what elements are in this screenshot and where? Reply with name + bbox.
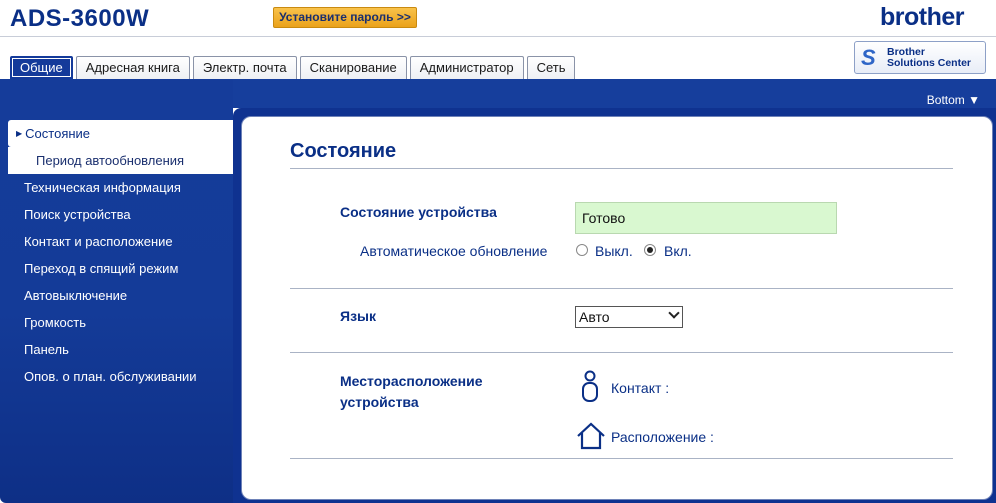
tab-network[interactable]: Сеть	[526, 56, 576, 79]
auto-refresh-off-label[interactable]: Выкл.	[595, 243, 633, 259]
sidebar-item-sleep-mode[interactable]: Переход в спящий режим	[24, 261, 178, 276]
device-location-label-line1: Месторасположение	[340, 373, 483, 389]
page-title: Состояние	[290, 140, 397, 162]
auto-refresh-on-radio[interactable]	[644, 244, 656, 256]
sidebar-item-panel[interactable]: Панель	[24, 342, 69, 357]
section-divider	[290, 458, 953, 459]
bottom-link[interactable]: Bottom ▼	[927, 93, 980, 107]
solutions-center-label: Brother Solutions Center	[887, 47, 971, 69]
tab-email[interactable]: Электр. почта	[192, 56, 297, 79]
solutions-center-line2: Solutions Center	[887, 57, 972, 69]
contact-label: Контакт :	[611, 380, 670, 396]
tab-general[interactable]: Общие	[10, 56, 73, 79]
language-select[interactable]: Авто	[575, 306, 683, 328]
auto-refresh-label: Автоматическое обновление	[360, 243, 548, 259]
device-status-label: Состояние устройства	[340, 204, 497, 220]
section-divider	[290, 352, 953, 353]
location-label: Расположение :	[611, 429, 714, 445]
brother-solutions-center-button[interactable]: S Brother Solutions Center	[854, 41, 986, 74]
sidebar-item-status[interactable]: ▶ Состояние	[16, 126, 90, 141]
auto-refresh-on-label[interactable]: Вкл.	[664, 243, 692, 259]
solutions-center-icon: S	[861, 45, 876, 70]
language-select-value: Авто	[579, 309, 610, 325]
sidebar-item-find-device[interactable]: Поиск устройства	[24, 207, 131, 222]
device-location-label-line2: устройства	[340, 394, 419, 410]
tab-administrator[interactable]: Администратор	[409, 56, 524, 79]
header-divider	[0, 36, 996, 37]
model-name: ADS-3600W	[10, 5, 150, 32]
title-divider	[290, 168, 953, 169]
tab-address-book[interactable]: Адресная книга	[75, 56, 190, 79]
sidebar-item-refresh-period[interactable]: Период автообновления	[36, 153, 184, 168]
sidebar-item-tech-info[interactable]: Техническая информация	[24, 180, 181, 195]
sidebar-item-volume[interactable]: Громкость	[24, 315, 86, 330]
device-status-value: Готово	[575, 202, 837, 234]
sidebar-item-maintenance-notice[interactable]: Опов. о план. обслуживании	[24, 369, 197, 384]
sidebar-item-status-label: Состояние	[25, 126, 91, 141]
section-divider	[290, 288, 953, 289]
sidebar-item-contact-location[interactable]: Контакт и расположение	[24, 234, 173, 249]
language-label: Язык	[340, 308, 376, 324]
sidebar-item-auto-power-off[interactable]: Автовыключение	[24, 288, 127, 303]
brother-logo[interactable]: brother	[880, 3, 965, 32]
triangle-right-icon: ▶	[16, 129, 23, 138]
person-icon	[582, 370, 598, 402]
main-tabs: Общие Адресная книга Электр. почта Скани…	[10, 56, 576, 79]
set-password-button[interactable]: Установите пароль >>	[273, 7, 417, 28]
tab-scan[interactable]: Сканирование	[299, 56, 407, 79]
chevron-down-icon	[668, 307, 680, 319]
house-icon	[577, 422, 605, 450]
auto-refresh-off-radio[interactable]	[576, 244, 588, 256]
